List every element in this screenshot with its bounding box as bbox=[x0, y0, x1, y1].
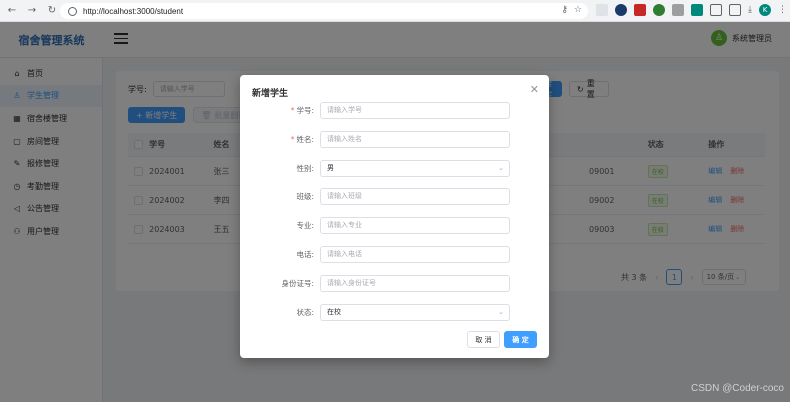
chevron-down-icon: ⌄ bbox=[498, 164, 504, 172]
reload-icon[interactable]: ↻ bbox=[44, 3, 60, 19]
gender-select[interactable]: 男 ⌄ bbox=[320, 159, 510, 177]
cancel-button[interactable]: 取 消 bbox=[467, 331, 500, 348]
dialog-title: 新增学生 bbox=[252, 89, 289, 99]
site-info-icon[interactable] bbox=[68, 6, 77, 16]
extensions-puzzle-icon[interactable] bbox=[710, 4, 722, 16]
field-label: 专业: bbox=[296, 220, 314, 230]
major-input[interactable]: 请输入专业 bbox=[320, 216, 510, 234]
extension-icon[interactable] bbox=[634, 4, 646, 16]
required-mark: * bbox=[290, 134, 295, 144]
more-menu-icon[interactable]: ⋮ bbox=[778, 5, 787, 15]
field-label: 状态: bbox=[296, 307, 314, 317]
back-icon[interactable]: ← bbox=[4, 3, 20, 19]
form-row-id-card: 身份证号: 请输入身份证号 bbox=[240, 274, 549, 292]
phone-input[interactable]: 请输入电话 bbox=[320, 245, 510, 263]
form-row-phone: 电话: 请输入电话 bbox=[240, 245, 549, 263]
field-label: 学号: bbox=[296, 105, 314, 115]
form-row-student-no: * 学号: 请输入学号 bbox=[240, 101, 549, 119]
status-select[interactable]: 在校 ⌄ bbox=[320, 303, 510, 321]
key-icon[interactable]: ⚷ bbox=[561, 5, 568, 15]
forward-icon[interactable]: → bbox=[24, 3, 40, 19]
gender-value: 男 bbox=[327, 164, 334, 172]
chevron-down-icon: ⌄ bbox=[498, 308, 504, 316]
browser-toolbar: ← → ↻ http://localhost:3000/student ⚷ ☆ … bbox=[0, 0, 790, 22]
required-mark: * bbox=[290, 105, 295, 115]
form-row-major: 专业: 请输入专业 bbox=[240, 216, 549, 234]
form-row-name: * 姓名: 请输入姓名 bbox=[240, 130, 549, 148]
status-value: 在校 bbox=[327, 308, 341, 316]
extension-icon[interactable] bbox=[672, 4, 684, 16]
student-no-input[interactable]: 请输入学号 bbox=[320, 101, 510, 119]
form-row-gender: 性别: 男 ⌄ bbox=[240, 159, 549, 177]
extension-icon[interactable] bbox=[596, 4, 608, 16]
extension-icon[interactable] bbox=[691, 4, 703, 16]
field-label: 电话: bbox=[296, 249, 314, 259]
field-label: 性别: bbox=[296, 163, 314, 173]
extension-icon[interactable] bbox=[653, 4, 665, 16]
bookmark-star-icon[interactable]: ☆ bbox=[574, 5, 582, 15]
confirm-button[interactable]: 确 定 bbox=[504, 331, 537, 348]
close-icon[interactable]: ✕ bbox=[530, 83, 539, 96]
address-bar[interactable]: http://localhost:3000/student ⚷ ☆ bbox=[60, 3, 588, 19]
field-label: 班级: bbox=[296, 191, 314, 201]
form-row-class: 班级: 请输入班级 bbox=[240, 187, 549, 205]
field-label: 身份证号: bbox=[281, 278, 314, 288]
url-text: http://localhost:3000/student bbox=[83, 6, 184, 16]
name-input[interactable]: 请输入姓名 bbox=[320, 130, 510, 148]
profile-avatar[interactable]: K bbox=[758, 4, 771, 16]
extension-icon[interactable] bbox=[615, 4, 627, 16]
field-label: 姓名: bbox=[296, 134, 314, 144]
sidepanel-icon[interactable] bbox=[729, 4, 741, 16]
class-input[interactable]: 请输入班级 bbox=[320, 187, 510, 205]
watermark: CSDN @Coder-coco bbox=[691, 383, 784, 394]
id-card-input[interactable]: 请输入身份证号 bbox=[320, 274, 510, 292]
form-row-status: 状态: 在校 ⌄ bbox=[240, 303, 549, 321]
download-icon[interactable]: ⤓ bbox=[748, 5, 752, 15]
add-student-dialog: 新增学生 ✕ * 学号: 请输入学号 * 姓名: 请输入姓名 性别: 男 ⌄ 班级: … bbox=[240, 75, 549, 358]
